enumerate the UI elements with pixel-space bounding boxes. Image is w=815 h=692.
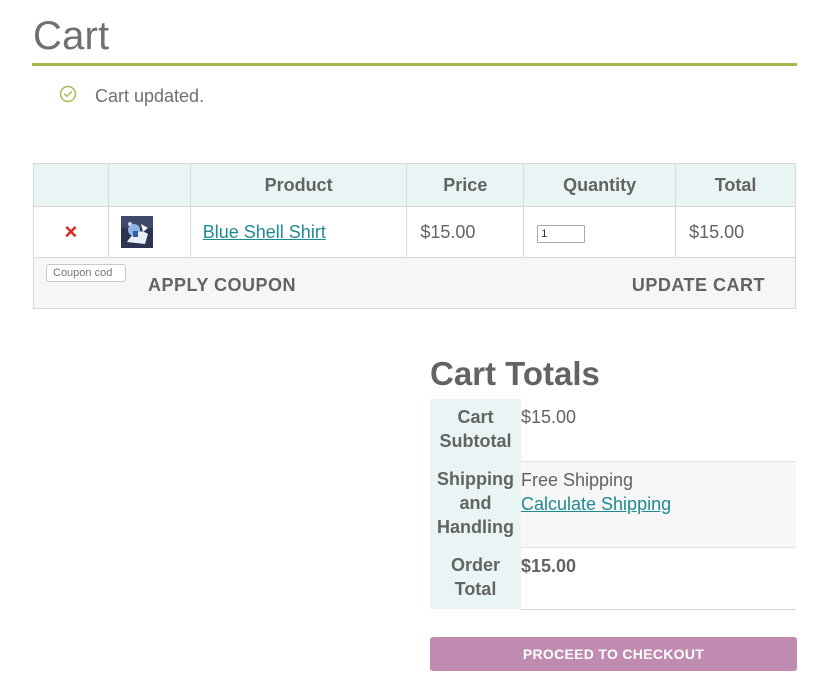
header-price: Price <box>406 163 525 207</box>
remove-cell: × <box>33 206 109 258</box>
cart-totals-table: Cart Subtotal $15.00 Shipping and Handli… <box>430 399 796 610</box>
cart-page: Cart Cart updated. Product Price Quantit… <box>0 0 815 692</box>
subtotal-label: Cart Subtotal <box>430 399 521 461</box>
product-name-cell: Blue Shell Shirt <box>189 206 408 258</box>
check-circle-icon <box>59 85 77 102</box>
order-total-label: Order Total <box>430 547 521 609</box>
subtotal-value: $15.00 <box>521 399 796 462</box>
header-remove <box>33 163 109 207</box>
cart-actions-cell: APPLY COUPON UPDATE CART <box>33 257 796 309</box>
quantity-cell <box>523 206 677 258</box>
product-thumbnail[interactable] <box>120 216 153 248</box>
cart-actions-row: APPLY COUPON UPDATE CART <box>33 257 796 309</box>
page-title: Cart <box>33 14 110 58</box>
header-product: Product <box>189 163 408 207</box>
order-total-value: $15.00 <box>521 547 796 610</box>
shipping-value-cell: Free Shipping Calculate Shipping <box>521 461 796 548</box>
notice-text: Cart updated. <box>95 86 205 106</box>
remove-x-icon[interactable]: × <box>64 219 77 244</box>
shipping-row: Shipping and Handling Free Shipping Calc… <box>430 461 796 548</box>
quantity-input[interactable] <box>537 225 586 243</box>
coupon-code-input[interactable] <box>46 264 126 282</box>
product-name-link[interactable]: Blue Shell Shirt <box>203 222 326 242</box>
cart-table: Product Price Quantity Total × Blue Shel… <box>33 163 796 309</box>
thumbnail-cell <box>107 206 191 258</box>
cart-item-row: × Blue Shell Shirt $15.00 1 $15.00 <box>33 206 796 258</box>
shipping-value: Free Shipping <box>521 469 634 490</box>
price-cell: $15.00 <box>406 206 525 258</box>
order-total-row: Order Total $15.00 <box>430 547 796 610</box>
cart-table-header: Product Price Quantity Total <box>33 163 796 207</box>
title-divider <box>32 63 797 66</box>
shipping-label: Shipping and Handling <box>430 461 521 547</box>
header-quantity: Quantity <box>523 163 677 207</box>
cart-updated-notice: Cart updated. <box>59 83 205 106</box>
line-total-cell: $15.00 <box>675 206 796 258</box>
subtotal-row: Cart Subtotal $15.00 <box>430 399 796 462</box>
proceed-to-checkout-button[interactable]: PROCEED TO CHECKOUT <box>430 637 797 671</box>
header-total: Total <box>675 163 796 207</box>
cart-totals-title: Cart Totals <box>430 355 600 392</box>
calculate-shipping-link[interactable]: Calculate Shipping <box>521 494 671 514</box>
cart-totals: Cart Totals Cart Subtotal $15.00 Shippin… <box>430 352 797 610</box>
header-thumbnail <box>107 163 191 207</box>
update-cart-button[interactable]: UPDATE CART <box>632 275 765 296</box>
apply-coupon-button[interactable]: APPLY COUPON <box>148 275 296 296</box>
